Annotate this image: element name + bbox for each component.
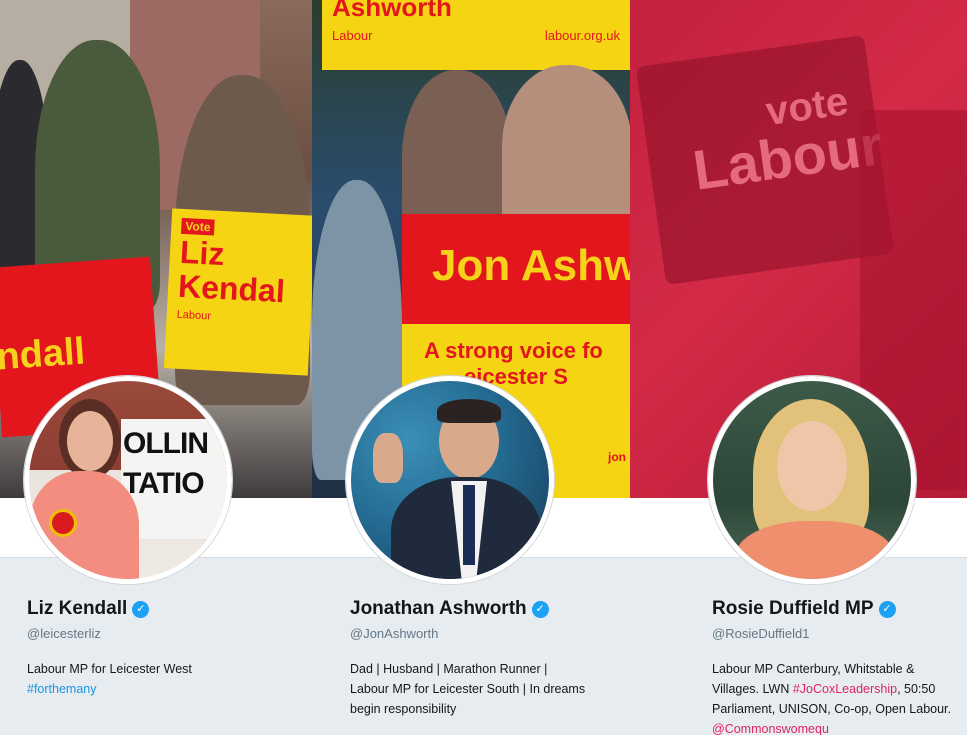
avatar-tie: [463, 485, 475, 565]
profile-name[interactable]: Liz Kendall: [27, 598, 127, 620]
bio-line: Labour MP for Leicester South | In dream…: [350, 682, 586, 696]
profile-card-liz-kendall: Liz Kendall ✓ @leicesterliz Labour MP fo…: [27, 596, 277, 699]
avatar-hair: [437, 399, 501, 423]
polling-sign-line2: TATIO: [123, 467, 205, 500]
profile-cards-page: Vote Liz Kendal Labour ndall Ashworth La…: [0, 0, 967, 735]
avatar-rosie-duffield[interactable]: [708, 376, 916, 584]
profile-name-row: Liz Kendall ✓: [27, 596, 277, 622]
bio-line: Dad | Husband | Marathon Runner |: [350, 662, 548, 676]
sign-kendall-text: ndall: [0, 330, 87, 379]
sign-top-url: labour.org.uk: [544, 28, 620, 43]
profile-name[interactable]: Jonathan Ashworth: [350, 598, 527, 620]
avatar-body: [735, 521, 895, 579]
avatar-jonathan-ashworth[interactable]: [346, 376, 554, 584]
verified-badge-icon: ✓: [132, 600, 150, 618]
sign-top-footer: Labour labour.org.uk: [332, 28, 620, 43]
avatar-body: [29, 471, 139, 579]
sign-top-party: Labour: [332, 28, 373, 43]
bio-line: begin responsibility: [350, 702, 457, 716]
verified-badge-icon: ✓: [531, 600, 549, 618]
avatar-hand: [373, 433, 403, 483]
profile-name[interactable]: Rosie Duffield MP: [712, 598, 874, 620]
sign-top-name: Ashworth: [332, 0, 452, 22]
polling-sign-line1: OLLIN: [123, 427, 209, 460]
avatar-face: [777, 421, 847, 511]
profile-handle[interactable]: @RosieDuffield1: [712, 626, 962, 641]
profile-bio: Labour MP Canterbury, Whitstable & Villa…: [712, 659, 960, 735]
bio-text: Labour MP for Leicester West: [27, 662, 192, 676]
banner-sign-top: Ashworth Labour labour.org.uk: [322, 0, 630, 70]
bio-hashtag-link[interactable]: #JoCoxLeadership: [793, 682, 897, 696]
sign-jon-tail: jon: [608, 450, 626, 464]
profile-name-row: Rosie Duffield MP ✓: [712, 596, 962, 622]
rosette-icon: [49, 509, 77, 537]
profile-card-jonathan-ashworth: Jonathan Ashworth ✓ @JonAshworth Dad | H…: [350, 596, 630, 719]
verified-badge-icon: ✓: [878, 600, 896, 618]
banner-sign-liz: Vote Liz Kendal Labour: [163, 208, 312, 376]
bio-hashtag-link[interactable]: #forthemany: [27, 682, 96, 696]
sign-name-line2: Kendal: [177, 267, 286, 310]
profile-handle[interactable]: @leicesterliz: [27, 626, 277, 641]
sign-jon-slogan-1: A strong voice fo: [424, 338, 603, 363]
profile-card-rosie-duffield: Rosie Duffield MP ✓ @RosieDuffield1 Labo…: [712, 596, 962, 735]
avatar-liz-kendall[interactable]: OLLIN TATIO: [24, 376, 232, 584]
avatar-face: [67, 411, 113, 471]
profile-bio: Dad | Husband | Marathon Runner | Labour…: [350, 659, 630, 719]
profile-handle[interactable]: @JonAshworth: [350, 626, 630, 641]
sign-vote-label: Vote: [180, 217, 215, 236]
profile-bio: Labour MP for Leicester West #forthemany: [27, 659, 277, 699]
profile-name-row: Jonathan Ashworth ✓: [350, 596, 630, 622]
bio-mention-link[interactable]: @Commonswomequ: [712, 722, 829, 735]
sign-party: Labour: [176, 308, 212, 323]
banner-person: [502, 65, 630, 235]
sign-jon-name: Jon Ashw: [432, 241, 630, 290]
